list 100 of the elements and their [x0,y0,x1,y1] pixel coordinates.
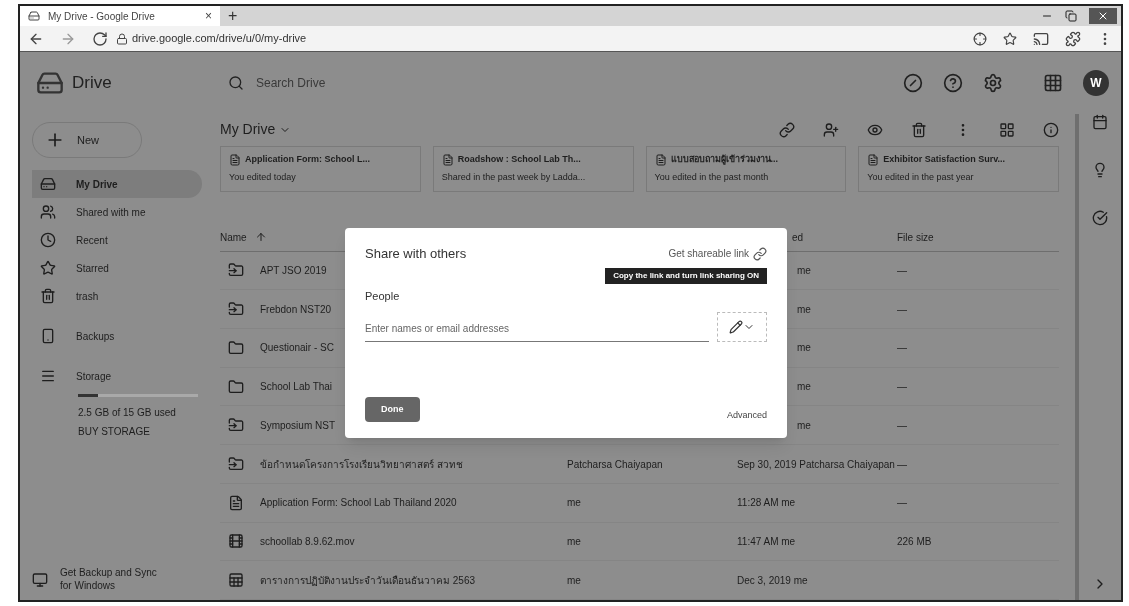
file-name[interactable]: ตารางการปฏิบัติงานประจำวันเดือนธันวาคม 2563 [260,572,476,588]
advanced-link[interactable]: Advanced [726,408,767,422]
card-subtitle: You edited in the past year [867,170,975,184]
clock-icon [40,232,56,248]
backup-promo-link[interactable]: Get Backup and Sync for Windows [60,567,170,592]
owner-cell-text: me [567,573,582,588]
owner-cell-text: Patcharsa Chaiyapan [567,457,664,472]
modified-cell: Dec 3, 2019 me [737,574,808,586]
file-name[interactable]: School Lab Thai [260,379,333,395]
modified-cell: 11:47 AM me [737,535,796,547]
monitor-icon [32,571,48,588]
owner-cell-text: me [567,496,582,511]
modified-cell: me [797,342,811,354]
lines-icon [40,368,56,384]
folder-icon [228,339,244,356]
shareable-link-button[interactable]: Get shareable link [668,246,767,262]
shared-folder-icon [228,262,244,279]
grid-view-icon[interactable] [999,121,1015,138]
done-button[interactable]: Done [365,396,420,422]
sidebar-item[interactable]: Storage [32,362,202,390]
sidebar-item[interactable]: Recent [32,226,202,254]
modified-cell: me [797,381,811,393]
file-name[interactable]: Symposium NST [260,417,335,433]
bulb-icon[interactable] [1092,162,1108,178]
sidebar-item[interactable]: Shared with me [32,198,202,226]
sidebar-item[interactable]: Backups [32,322,202,350]
modified-cell: Sep 30, 2019 Patcharsa Chaiyapan [737,458,895,470]
quick-access-card[interactable]: Exhibitor Satisfaction Surv... You edited in the past year [858,145,1059,192]
star-icon[interactable] [1003,31,1017,46]
drive-logo-icon [28,10,40,22]
new-tab-button[interactable]: + [228,4,238,28]
link-icon [753,246,767,261]
calendar-icon[interactable] [1092,114,1108,130]
target-icon[interactable] [973,31,987,46]
lock-icon [116,32,128,45]
dialog-title: Share with others [365,245,467,263]
quick-access-card[interactable]: Roadshow : School Lab Th... Shared in the past week by Ladda... [432,145,634,192]
card-title: Roadshow : School Lab Th... [457,153,581,167]
close-window-button[interactable] [1089,8,1117,24]
permission-button[interactable] [717,312,767,342]
add-person-icon[interactable] [823,121,839,138]
extension-icon[interactable] [1065,30,1081,47]
help-icon[interactable] [943,73,963,93]
modified-cell: 11:28 AM me [737,497,796,509]
file-icon [867,154,880,166]
file-name[interactable]: ข้อกำหนดโครงการโรงเรียนวิทยาศาสตร์ สวทช [260,456,463,472]
tooltip: Copy the link and turn link sharing ON [605,267,767,284]
tab-title: My Drive - Google Drive [48,9,156,24]
name-column-header[interactable]: Name [220,229,737,245]
reload-icon[interactable] [92,30,108,47]
file-name[interactable]: Frebdon NST20 [260,301,332,317]
trash-icon[interactable] [911,121,927,138]
card-subtitle: Shared in the past week by Ladda... [441,170,587,184]
info-icon[interactable] [1043,121,1059,138]
avatar[interactable]: W [1083,70,1109,96]
settings-icon[interactable] [983,73,1003,93]
quick-access-card[interactable]: Application Form: School L... You edited today [220,145,421,192]
browser-tab[interactable]: My Drive - Google Drive × [20,6,220,26]
tab-close-button[interactable]: × [205,7,212,25]
search-icon [228,75,244,91]
size-cell-text: — [897,418,907,433]
people-label: People [365,288,401,304]
apps-icon[interactable] [1043,73,1063,93]
size-cell-text: — [897,457,907,472]
link-icon[interactable] [779,121,795,138]
file-name[interactable]: schoollab 8.9.62.mov [260,533,355,549]
quick-access-card[interactable]: แบบสอบถามผู้เข้าร่วมงาน... You edited in the past month [645,145,847,192]
my-drive-menu[interactable]: My Drive [220,119,292,141]
modified-cell: me [797,303,811,315]
file-icon [654,154,667,166]
restore-icon[interactable] [1065,10,1077,22]
size-cell-text: — [897,341,907,356]
card-subtitle: You edited today [229,170,297,184]
size-cell-text: 226 MB [897,534,932,549]
tasks-icon[interactable] [1092,210,1108,226]
drive-icon [40,176,56,192]
card-title: Exhibitor Satisfaction Surv... [883,153,1006,167]
size-cell-text: — [897,263,907,278]
card-title: แบบสอบถามผู้เข้าร่วมงาน... [670,153,778,167]
star-icon [40,260,56,276]
file-icon [229,154,241,166]
buy-storage-link[interactable]: BUY STORAGE [78,424,220,439]
modified-cell: me [797,264,811,276]
file-name[interactable]: Questionair - SC [260,340,334,356]
sidebar-item[interactable]: Starred [32,254,202,282]
video-icon [228,533,244,550]
people-input-field[interactable]: Enter names or email addresses [365,316,709,342]
size-cell-text: — [897,380,907,395]
file-name[interactable]: Application Form: School Lab Thailand 2020 [260,495,457,511]
sidebar-item[interactable]: trash [32,282,202,310]
address-field[interactable]: drive.google.com/drive/u/0/my-drive [132,30,307,47]
close-icon [1097,10,1109,22]
file-name[interactable]: APT JSO 2019 [260,262,327,278]
size-column-header[interactable]: File size [897,229,934,245]
search-field[interactable]: Search Drive [256,74,772,92]
people-icon [40,204,56,220]
shared-folder-icon [228,456,244,472]
sidebar-item[interactable]: My Drive [32,170,202,198]
storage-usage: 2.5 GB of 15 GB used [78,406,177,420]
cast-icon[interactable] [1033,30,1049,47]
